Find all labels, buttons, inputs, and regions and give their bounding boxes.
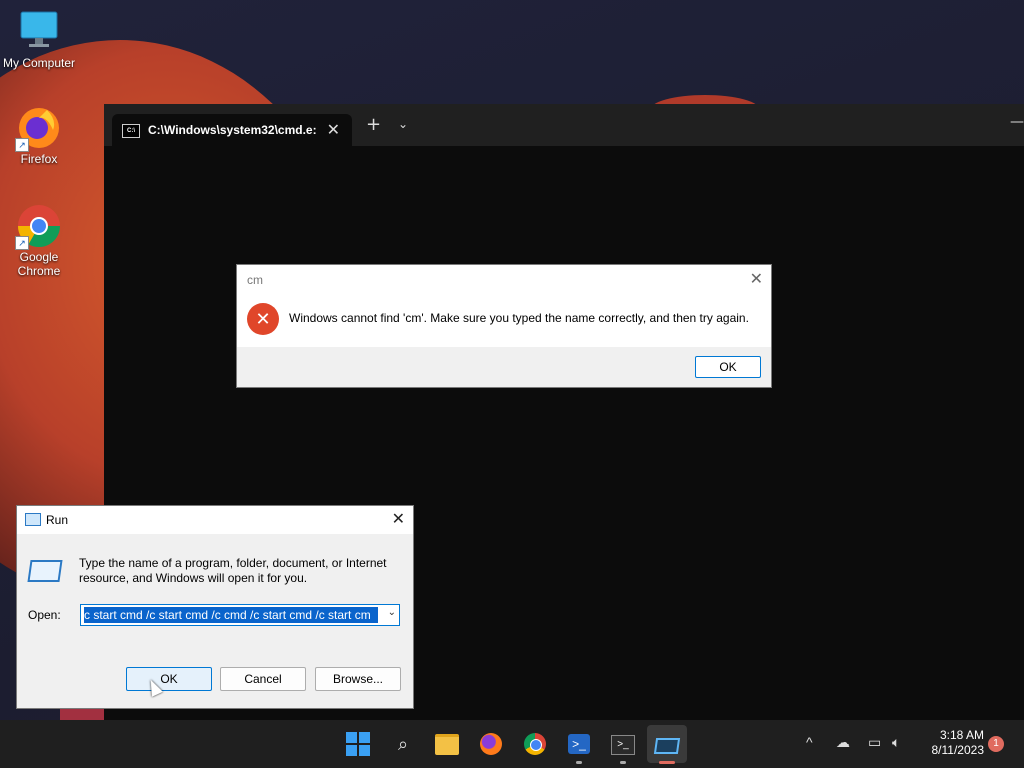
run-description: Type the name of a program, folder, docu… (79, 556, 387, 585)
firefox-icon: ↗ (15, 106, 61, 152)
chrome-icon: ↗ (15, 204, 61, 250)
terminal-icon[interactable]: >_ (609, 730, 637, 758)
clock-date: 8/11/2023 (931, 743, 985, 757)
desktop-icon-my-computer[interactable]: My Computer (0, 10, 78, 70)
chevron-down-icon[interactable]: ⌄ (388, 607, 396, 618)
tray-chevron-up-icon[interactable]: ^ (806, 734, 813, 750)
run-app-icon (27, 560, 63, 582)
notification-badge[interactable]: 1 (988, 736, 1004, 752)
open-label: Open: (28, 608, 61, 622)
volume-icon[interactable]: 🔈︎ (892, 734, 900, 751)
dialog-footer: OK (237, 347, 771, 387)
file-explorer-icon[interactable] (433, 730, 461, 758)
terminal-tab[interactable]: C:\ C:\Windows\system32\cmd.e: ✕ (112, 114, 352, 146)
run-icon (25, 513, 41, 526)
desktop-icon-firefox[interactable]: ↗ Firefox (0, 106, 78, 166)
desktop-icon-chrome[interactable]: ↗ Google Chrome (0, 204, 78, 278)
close-icon[interactable]: ✕ (750, 269, 763, 289)
chevron-down-icon[interactable]: ⌄ (398, 117, 408, 131)
run-dialog: Run ✕ Type the name of a program, folder… (16, 505, 414, 709)
error-x-icon: ✕ (247, 303, 279, 335)
taskbar: ⌕ >_ >_ ^ ☁ ▭ 🔈︎ 3:18 AM 8/11/2023 1 (0, 720, 1024, 768)
desktop-icon-label: Google Chrome (17, 250, 61, 278)
browse-button[interactable]: Browse... (315, 667, 401, 691)
terminal-titlebar[interactable]: C:\ C:\Windows\system32\cmd.e: ✕ + ⌄ — (104, 104, 1024, 146)
run-titlebar[interactable]: Run ✕ (17, 506, 413, 534)
dialog-title: Run (46, 513, 69, 527)
chrome-icon[interactable] (521, 730, 549, 758)
cloud-offline-icon[interactable]: ☁ (836, 734, 850, 751)
search-icon[interactable]: ⌕ (389, 730, 417, 758)
run-icon[interactable] (653, 730, 681, 758)
desktop-icon-label: My Computer (2, 56, 76, 70)
monitor-icon (17, 10, 61, 54)
close-icon[interactable]: ✕ (392, 509, 405, 529)
active-indicator (659, 761, 675, 764)
new-tab-button[interactable]: + (366, 114, 381, 135)
network-icon[interactable]: ▭ (868, 734, 881, 751)
windows-logo-icon (346, 732, 370, 756)
error-dialog: cm ✕ ✕ Windows cannot find 'cm'. Make su… (236, 264, 772, 388)
minimize-button[interactable]: — (1010, 114, 1024, 130)
cmd-icon: C:\ (122, 124, 140, 138)
shortcut-arrow-icon: ↗ (15, 138, 29, 152)
ok-button[interactable]: OK (695, 356, 761, 378)
cancel-button[interactable]: Cancel (220, 667, 306, 691)
clock-time: 3:18 AM (939, 728, 984, 742)
ok-button[interactable]: OK (126, 667, 212, 691)
terminal-tab-title: C:\Windows\system32\cmd.e: (148, 123, 317, 137)
close-tab-icon[interactable]: ✕ (327, 120, 340, 140)
start-button[interactable] (344, 730, 372, 758)
running-indicator (576, 761, 582, 764)
running-indicator (620, 761, 626, 764)
open-input-value[interactable]: c start cmd /c start cmd /c cmd /c start… (84, 608, 371, 622)
powershell-icon[interactable]: >_ (565, 730, 593, 758)
error-message: Windows cannot find 'cm'. Make sure you … (289, 311, 749, 325)
clock[interactable]: 3:18 AM 8/11/2023 (920, 728, 985, 758)
shortcut-arrow-icon: ↗ (15, 236, 29, 250)
desktop-icon-label: Firefox (20, 152, 58, 166)
dialog-title: cm (247, 273, 263, 287)
firefox-icon[interactable] (477, 730, 505, 758)
open-input[interactable]: c start cmd /c start cmd /c cmd /c start… (80, 604, 400, 626)
